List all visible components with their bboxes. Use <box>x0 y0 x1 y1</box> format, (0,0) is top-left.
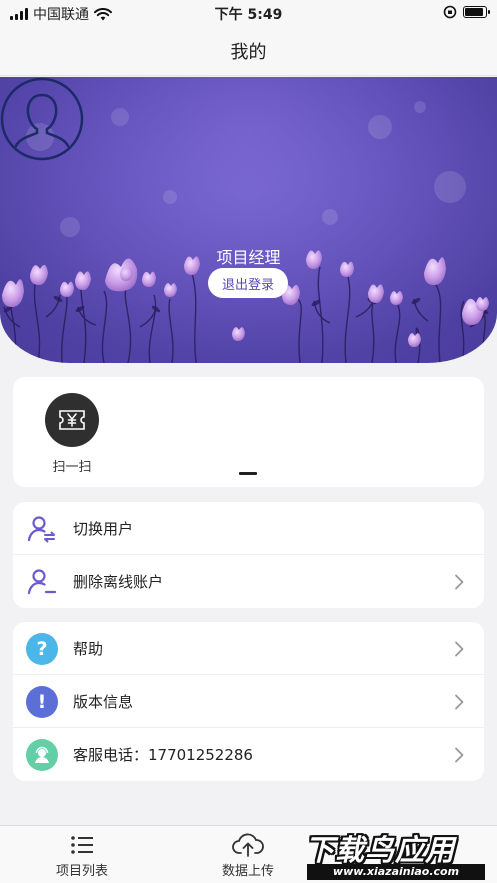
profile-header: 项目经理 退出登录 <box>0 77 497 363</box>
quick-actions-card: 扫一扫 <box>13 377 484 487</box>
info-icon-wrap: ! <box>26 686 58 718</box>
logout-button[interactable]: 退出登录 <box>208 268 288 298</box>
watermark-text-cn: 下载鸟应用 <box>305 833 456 867</box>
battery-icon <box>463 6 490 18</box>
switch-user-row[interactable]: 切换用户 <box>13 502 484 555</box>
help-icon-wrap: ? <box>26 633 58 665</box>
watermark-text-en: www.xiazainiao.com <box>307 864 485 880</box>
avatar[interactable] <box>0 77 84 161</box>
user-remove-icon <box>26 566 58 598</box>
page-indicator <box>239 472 257 475</box>
status-right <box>443 5 490 19</box>
info-menu-card: ? 帮助 ! 版本信息 客服电话：17701252286 <box>13 622 484 781</box>
help-row[interactable]: ? 帮助 <box>13 622 484 675</box>
user-switch-icon <box>26 513 58 545</box>
tab-data-upload-label: 数据上传 <box>221 864 274 879</box>
switch-user-label: 切换用户 <box>73 519 134 538</box>
battery-fill <box>465 8 483 16</box>
scan-button[interactable]: 扫一扫 <box>43 393 101 475</box>
info-icon: ! <box>26 686 58 718</box>
version-info-label: 版本信息 <box>73 692 134 711</box>
account-menu-card: 切换用户 删除离线账户 <box>13 502 484 608</box>
rotation-lock-icon <box>443 5 457 19</box>
tab-bar: 项目列表 数据上传 下载鸟应用 www.xiazainiao.com <box>0 825 497 883</box>
help-label: 帮助 <box>73 639 104 658</box>
customer-service-icon <box>26 739 58 771</box>
watermark-logo: 下载鸟应用 www.xiazainiao.com <box>301 827 491 881</box>
scan-label: 扫一扫 <box>52 460 92 475</box>
cloud-upload-icon <box>198 832 298 858</box>
status-bar: 中国联通 下午 5:49 <box>0 0 497 26</box>
user-name: 项目经理 <box>216 248 281 267</box>
customer-service-icon-wrap <box>26 739 58 771</box>
page-title: 我的 <box>230 41 267 63</box>
tab-project-list[interactable]: 项目列表 <box>32 832 132 879</box>
yuan-ticket-icon <box>45 393 99 447</box>
customer-service-label: 客服电话：17701252286 <box>73 746 253 764</box>
chevron-right-icon <box>455 694 464 710</box>
customer-service-row[interactable]: 客服电话：17701252286 <box>13 728 484 781</box>
list-icon <box>32 832 132 858</box>
tab-data-upload[interactable]: 数据上传 <box>198 832 298 879</box>
chevron-right-icon <box>455 747 464 763</box>
version-info-row[interactable]: ! 版本信息 <box>13 675 484 728</box>
delete-offline-account-row[interactable]: 删除离线账户 <box>13 555 484 608</box>
status-time: 下午 5:49 <box>214 7 283 23</box>
tab-project-list-label: 项目列表 <box>55 864 108 879</box>
nav-bar: 我的 <box>0 26 497 76</box>
delete-offline-account-label: 删除离线账户 <box>73 573 164 591</box>
help-icon: ? <box>26 633 58 665</box>
chevron-right-icon <box>455 574 464 590</box>
chevron-right-icon <box>455 641 464 657</box>
